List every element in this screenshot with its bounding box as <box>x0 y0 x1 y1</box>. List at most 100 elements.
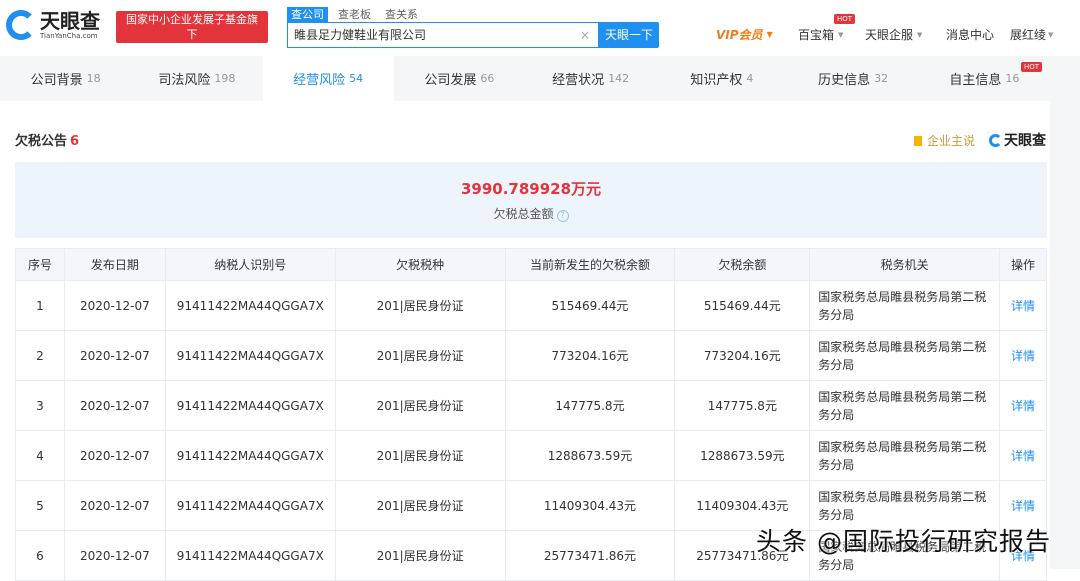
search-tab-boss[interactable]: 查老板 <box>334 7 375 22</box>
table-cell: 详情 <box>999 280 1047 331</box>
help-icon[interactable]: ? <box>556 210 569 222</box>
search-tab-relation[interactable]: 查关系 <box>381 7 422 22</box>
badge-line2: 官方备案企业征信机构 <box>122 43 262 56</box>
box-label: 百宝箱 <box>798 28 835 42</box>
tab-label: 知识产权 <box>690 73 743 88</box>
tab-business-status[interactable]: 经营状况 142 <box>525 56 656 101</box>
tab-company-development[interactable]: 公司发展 66 <box>394 56 525 101</box>
table-cell: 91411422MA44QGGA7X <box>164 380 336 431</box>
tab-company-background[interactable]: 公司背景 18 <box>0 56 131 101</box>
tab-self-info[interactable]: 自主信息 16 HOT <box>919 56 1050 101</box>
details-link[interactable]: 详情 <box>1011 299 1035 313</box>
tab-judicial-risk[interactable]: 司法风险 198 <box>131 56 262 101</box>
tab-label: 经营状况 <box>552 73 605 88</box>
top-bar: 天眼查 TianYanCha.com 国家中小企业发展子基金旗下 官方备案企业征信机… <box>0 0 1080 56</box>
company-say-label: 企业主说 <box>926 133 975 148</box>
tab-label: 公司发展 <box>424 73 477 88</box>
logo-text: 天眼查 <box>40 9 100 33</box>
service-menu[interactable]: 天眼企服 ▼ <box>865 26 922 43</box>
table-cell: 11409304.43元 <box>504 480 676 531</box>
table-cell: 3 <box>15 380 65 431</box>
table-row: 4 2020-12-07 91411422MA44QGGA7X 201|居民身份证 12… <box>15 430 1047 481</box>
search-value: 睢县足力健鞋业有限公司 <box>294 28 427 42</box>
search-input[interactable]: 睢县足力健鞋业有限公司 × <box>287 22 599 48</box>
table-cell: 国家税务总局睢县税务局第二税务分局 <box>809 430 1000 481</box>
tab-business-risk[interactable]: 经营风险 54 <box>262 56 394 101</box>
table-cell: 国家税务总局睢县税务局第二税务分局 <box>809 330 1000 381</box>
table-cell: 25773471.86元 <box>504 530 676 581</box>
column-header: 纳税人识别号 <box>164 248 336 281</box>
table-cell: 773204.16元 <box>504 330 676 381</box>
table-cell: 国家税务总局睢县税务局第二税务分局 <box>809 380 1000 431</box>
tab-label: 司法风险 <box>158 73 211 88</box>
column-header: 税务机关 <box>809 248 1000 281</box>
table-cell: 2020-12-07 <box>63 380 166 431</box>
table-cell: 91411422MA44QGGA7X <box>164 330 336 381</box>
tab-label: 自主信息 <box>949 73 1002 88</box>
column-header: 欠税余额 <box>674 248 811 281</box>
total-summary: 3990.789928万元 欠税总金额? <box>15 162 1047 238</box>
scroll-gutter <box>1050 56 1080 569</box>
vip-label: VIP会员 <box>716 28 763 42</box>
table-cell: 2020-12-07 <box>63 330 166 381</box>
table-cell: 147775.8元 <box>674 380 811 431</box>
table-row: 1 2020-12-07 91411422MA44QGGA7X 201|居民身份证 51… <box>15 280 1047 331</box>
table-cell: 1288673.59元 <box>504 430 676 481</box>
table-cell: 201|居民身份证 <box>334 530 506 581</box>
details-link[interactable]: 详情 <box>1011 499 1035 513</box>
table-cell: 91411422MA44QGGA7X <box>164 480 336 531</box>
table-cell: 2020-12-07 <box>63 480 166 531</box>
column-header: 发布日期 <box>63 248 166 281</box>
company-say-link[interactable]: 企业主说 <box>913 132 975 149</box>
watermark: 头条 @国际投行研究报告 <box>756 527 1051 556</box>
table-cell: 国家税务总局睢县税务局第二税务分局 <box>809 280 1000 331</box>
table-cell: 201|居民身份证 <box>334 480 506 531</box>
table-cell: 201|居民身份证 <box>334 380 506 431</box>
caret-down-icon: ▼ <box>766 30 773 39</box>
table-cell: 201|居民身份证 <box>334 430 506 481</box>
table-cell: 201|居民身份证 <box>334 330 506 381</box>
tab-label: 经营风险 <box>293 73 346 88</box>
table-cell: 91411422MA44QGGA7X <box>164 280 336 331</box>
tab-count: 54 <box>349 72 364 85</box>
hot-badge: HOT <box>834 14 856 24</box>
logo[interactable]: 天眼查 TianYanCha.com <box>6 10 100 40</box>
column-header: 欠税税种 <box>334 248 506 281</box>
search-tab-company[interactable]: 查公司 <box>287 7 328 22</box>
tab-ip[interactable]: 知识产权 4 <box>656 56 787 101</box>
caret-down-icon: ▼ <box>1048 30 1054 39</box>
table-cell: 1288673.59元 <box>674 430 811 481</box>
search-button[interactable]: 天眼一下 <box>599 22 659 48</box>
table-header: 序号 发布日期 纳税人识别号 欠税税种 当前新发生的欠税余额 欠税余额 税务机关 操作 <box>15 248 1047 281</box>
message-center-link[interactable]: 消息中心 <box>946 26 994 43</box>
total-amount: 3990.789928万元 <box>460 180 602 198</box>
section-title-text: 欠税公告 <box>15 134 68 149</box>
table-cell: 2 <box>15 330 65 381</box>
tab-history[interactable]: 历史信息 32 <box>788 56 919 101</box>
table-cell: 2020-12-07 <box>63 530 166 581</box>
table-cell: 2020-12-07 <box>63 280 166 331</box>
clear-icon[interactable]: × <box>580 23 590 47</box>
treasure-box-menu[interactable]: 百宝箱 ▼ <box>798 26 843 43</box>
tab-count: 16 <box>1005 72 1020 85</box>
table-cell: 773204.16元 <box>674 330 811 381</box>
table-cell: 91411422MA44QGGA7X <box>164 430 336 481</box>
details-link[interactable]: 详情 <box>1011 399 1035 413</box>
logo-eye-icon <box>989 133 1002 147</box>
logo-domain: TianYanCha.com <box>40 32 98 40</box>
logo-eye-icon <box>6 10 36 40</box>
details-link[interactable]: 详情 <box>1011 449 1035 463</box>
hot-badge: HOT <box>1020 62 1042 72</box>
tab-count: 66 <box>480 72 495 85</box>
table-cell: 201|居民身份证 <box>334 280 506 331</box>
user-menu[interactable]: 展红绫 ▼ <box>1010 26 1053 43</box>
table-cell: 147775.8元 <box>504 380 676 431</box>
tab-label: 公司背景 <box>30 73 83 88</box>
section-title: 欠税公告 6 <box>15 130 79 149</box>
tab-count: 4 <box>746 72 754 85</box>
table-cell: 2020-12-07 <box>63 430 166 481</box>
table-cell: 详情 <box>999 430 1047 481</box>
table-cell: 4 <box>15 430 65 481</box>
vip-menu[interactable]: VIP会员 ▼ <box>716 26 773 43</box>
details-link[interactable]: 详情 <box>1011 349 1035 363</box>
